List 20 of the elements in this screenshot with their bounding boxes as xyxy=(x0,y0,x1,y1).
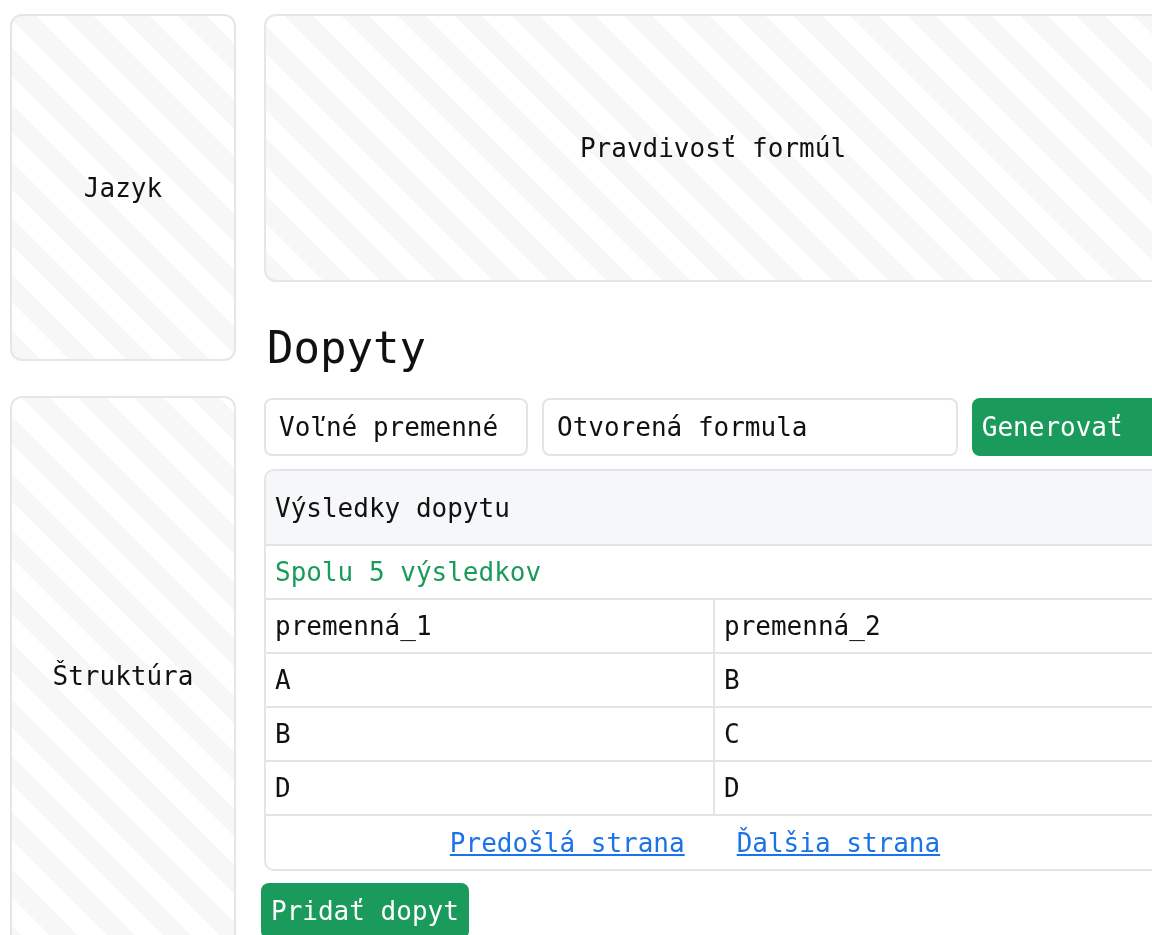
formula-field[interactable]: Otvorená formula xyxy=(542,398,958,456)
results-count: Spolu 5 výsledkov xyxy=(266,546,1152,600)
placeholder-panel: Štruktúra xyxy=(10,396,236,935)
table-cell-text: A xyxy=(274,664,292,697)
placeholder-panel: Pravdivosť formúl xyxy=(264,14,1152,282)
table-cell: C xyxy=(713,708,1152,760)
add-query-button[interactable]: Pridať dopyt xyxy=(261,883,469,935)
table-cell: B xyxy=(713,654,1152,706)
previous-page-link[interactable]: Predošlá strana xyxy=(449,827,685,858)
section-title: Dopyty xyxy=(267,321,427,375)
generate-button[interactable]: Generovať xyxy=(971,398,1152,456)
table-cell-text: D xyxy=(274,772,292,805)
table-cell: D xyxy=(713,762,1152,814)
results-title: Výsledky dopytu xyxy=(266,471,1152,546)
placeholder-panel: Jazyk xyxy=(10,14,236,361)
column-header: premenná_2 xyxy=(713,600,1152,652)
variables-field[interactable]: Voľné premenné xyxy=(264,398,528,456)
column-header: premenná_1 xyxy=(274,610,433,643)
table-cell-text: B xyxy=(274,718,292,751)
next-page-link[interactable]: Ďalšia strana xyxy=(736,827,941,858)
